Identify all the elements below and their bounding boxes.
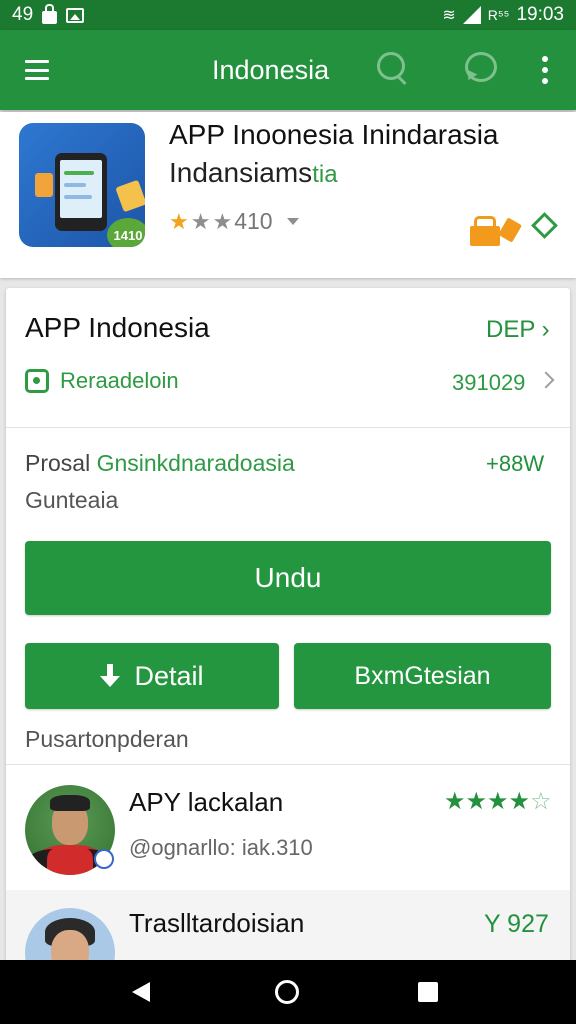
- toolbar-title: Indonesia: [212, 54, 330, 85]
- app-title: APP Inoonesia Inindarasia: [169, 119, 499, 150]
- image-notification-icon: [66, 7, 85, 23]
- star-icon: ★: [444, 788, 466, 815]
- review-item[interactable]: Traslltardoisian Y 927: [6, 890, 570, 964]
- review-item[interactable]: APY lackalan @ognarllo: iak.310 ★★★★☆: [6, 765, 570, 889]
- detail-button[interactable]: Detail: [25, 643, 279, 709]
- signal-icon: [462, 6, 481, 24]
- review-value: Y 927: [484, 910, 549, 938]
- system-nav-bar: [0, 960, 576, 1024]
- star-icon: ★: [465, 788, 488, 815]
- review-author: APY lackalan: [129, 787, 284, 817]
- chevron-down-icon: [286, 218, 299, 225]
- hamburger-icon[interactable]: [25, 60, 49, 80]
- detail-button-label: Detail: [134, 660, 204, 691]
- download-icon: [100, 664, 121, 688]
- app-toolbar: Indonesia: [0, 30, 576, 110]
- info-row[interactable]: Reraadeloin: [25, 368, 179, 394]
- diamond-icon[interactable]: [531, 212, 555, 236]
- chevron-right-icon[interactable]: [537, 371, 555, 389]
- description-line-1: Prosal Gnsinkdnaradoasia: [25, 450, 295, 477]
- app-subtitle-green: tia: [312, 161, 338, 188]
- app-subtitle-main: Indansiams: [169, 157, 313, 188]
- verified-badge-icon: [94, 849, 114, 869]
- network-label: R⁵⁵: [487, 7, 510, 23]
- review-handle: @ognarllo: iak.310: [129, 835, 313, 860]
- star-icon: ★: [190, 208, 211, 234]
- app-header-card: 1410 APP Inoonesia Inindarasia Indansiam…: [0, 112, 576, 278]
- app-icon-badge: 1410: [107, 218, 145, 247]
- chat-icon[interactable]: [463, 52, 497, 82]
- avatar: [25, 908, 115, 964]
- search-icon[interactable]: [377, 52, 407, 82]
- rating-text: 410: [234, 208, 273, 234]
- more-vert-icon[interactable]: [541, 56, 549, 84]
- recents-icon[interactable]: [418, 982, 438, 1002]
- download-button[interactable]: Undu: [25, 541, 551, 615]
- description-prefix: Prosal: [25, 450, 97, 476]
- status-left-text: 49: [12, 4, 34, 25]
- wifi-icon: ≋: [442, 7, 456, 24]
- divider: [6, 427, 570, 428]
- info-row-value: 391029: [452, 370, 526, 395]
- dep-link[interactable]: DEP ›: [486, 316, 550, 344]
- home-icon[interactable]: [275, 980, 299, 1004]
- back-icon[interactable]: [132, 982, 150, 1002]
- info-square-icon: [25, 369, 49, 393]
- star-icon: ★: [508, 788, 531, 815]
- card-title: APP Indonesia: [25, 312, 210, 343]
- star-outline-icon: ☆: [530, 788, 552, 815]
- gift-icon[interactable]: [470, 212, 522, 250]
- section-label: Pusartonpderan: [25, 726, 189, 752]
- status-bar: 49 ≋ R⁵⁵ 19:03: [0, 0, 576, 30]
- dep-link-label: DEP: [486, 316, 535, 343]
- info-row-label: Reraadeloin: [60, 368, 179, 393]
- status-time: 19:03: [516, 4, 564, 25]
- app-icon: 1410: [19, 123, 145, 247]
- app-details-card: APP Indonesia DEP › Reraadeloin 391029 P…: [6, 288, 570, 964]
- description-green: Gnsinkdnaradoasia: [96, 450, 295, 476]
- review-stars: ★★★★☆: [444, 787, 552, 816]
- app-subtitle: Indansiamstia: [169, 154, 338, 194]
- description-value: +88W: [486, 451, 545, 476]
- secondary-button[interactable]: BxmGtesian: [294, 643, 551, 709]
- lock-icon: [42, 3, 58, 24]
- star-icon: ★: [169, 208, 189, 234]
- app-rating[interactable]: ★ ★ ★ 410: [169, 208, 299, 235]
- review-author: Traslltardoisian: [129, 908, 305, 938]
- star-icon: ★: [487, 788, 509, 815]
- star-icon: ★: [212, 208, 233, 234]
- description-line-2: Gunteaia: [25, 487, 119, 513]
